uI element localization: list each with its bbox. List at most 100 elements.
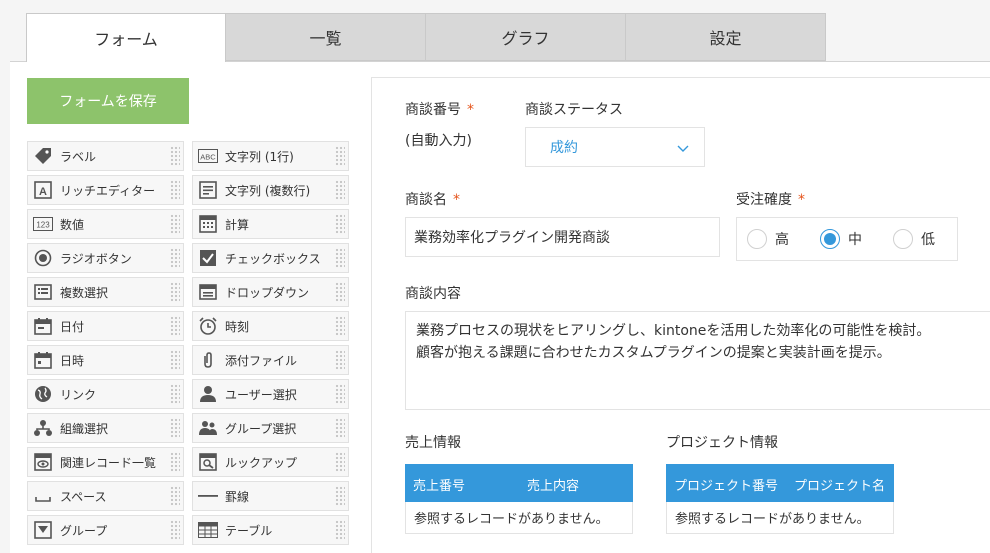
textarea-line: 顧客が抱える課題に合わせたカスタムプラグインの提案と実装計画を提示。 xyxy=(416,345,891,361)
palette-item-table[interactable]: テーブル xyxy=(192,515,349,545)
palette-item-label-text: 時刻 xyxy=(225,319,250,334)
field-label-sales-info: 売上情報 xyxy=(405,435,461,451)
related-table-empty-message: 参照するレコードがありません。 xyxy=(405,502,633,534)
palette-item-link[interactable]: リンク xyxy=(27,379,184,409)
calculator-icon xyxy=(197,213,219,235)
palette-item-label-text: ラベル xyxy=(60,149,97,164)
palette-item-space[interactable]: スペース xyxy=(27,481,184,511)
radio-medium[interactable]: 中 xyxy=(820,229,862,249)
palette-item-label-text: グループ選択 xyxy=(225,421,297,436)
palette-item-checkbox[interactable]: チェックボックス xyxy=(192,243,349,273)
svg-text:ABC: ABC xyxy=(200,153,216,162)
radio-circle-selected xyxy=(820,229,840,249)
date-icon xyxy=(32,315,54,337)
drag-handle-icon xyxy=(335,146,345,166)
palette-item-datetime[interactable]: 日時 xyxy=(27,345,184,375)
drag-handle-icon xyxy=(335,486,345,506)
palette-item-label-text: テーブル xyxy=(225,523,273,538)
tab-graph[interactable]: グラフ xyxy=(426,13,626,61)
palette-item-user-select[interactable]: ユーザー選択 xyxy=(192,379,349,409)
field-label-project-info: プロジェクト情報 xyxy=(666,435,778,451)
drag-handle-icon xyxy=(170,486,180,506)
group-icon xyxy=(32,519,54,541)
palette-item-time[interactable]: 時刻 xyxy=(192,311,349,341)
palette-item-label-text: 日時 xyxy=(60,353,85,368)
related-table-empty-message: 参照するレコードがありません。 xyxy=(666,502,894,534)
palette-item-label-text: 文字列 (複数行) xyxy=(225,183,311,198)
field-label-deal-content: 商談内容 xyxy=(405,286,461,302)
deal-number-auto-value: (自動入力) xyxy=(405,133,472,149)
related-table-header: プロジェクト番号 プロジェクト名 xyxy=(666,464,894,502)
palette-item-org-select[interactable]: 組織選択 xyxy=(27,413,184,443)
drag-handle-icon xyxy=(170,384,180,404)
save-form-button[interactable]: フォームを保存 xyxy=(27,78,189,124)
palette-item-dropdown[interactable]: ドロップダウン xyxy=(192,277,349,307)
palette-item-multi-select[interactable]: 複数選択 xyxy=(27,277,184,307)
paperclip-icon xyxy=(197,349,219,371)
palette-item-label-text: 日付 xyxy=(60,319,85,334)
palette-item-label-text: ルックアップ xyxy=(225,455,298,470)
drag-handle-icon xyxy=(170,520,180,540)
tab-bar: フォーム 一覧 グラフ 設定 xyxy=(26,13,826,62)
radio-high[interactable]: 高 xyxy=(747,229,789,249)
sales-info-related-table: 売上番号 売上内容 参照するレコードがありません。 xyxy=(405,464,633,534)
drag-handle-icon xyxy=(170,146,180,166)
palette-item-label-text: 添付ファイル xyxy=(225,353,298,368)
palette-item-label-text: 関連レコード一覧 xyxy=(60,455,157,470)
globe-icon xyxy=(32,383,54,405)
radio-circle xyxy=(747,229,767,249)
radio-label: 低 xyxy=(921,232,935,248)
drag-handle-icon xyxy=(170,350,180,370)
palette-item-rich-editor[interactable]: A リッチエディター xyxy=(27,175,184,205)
text-single-icon: ABC xyxy=(197,145,219,167)
palette-item-line[interactable]: 罫線 xyxy=(192,481,349,511)
field-label-deal-number: 商談番号 * xyxy=(405,102,474,118)
column-header: 売上番号 xyxy=(413,479,466,494)
palette-item-group-select[interactable]: グループ選択 xyxy=(192,413,349,443)
palette-item-label-text: スペース xyxy=(60,489,107,504)
line-icon xyxy=(197,485,219,507)
radio-low[interactable]: 低 xyxy=(893,229,935,249)
radio-button-icon xyxy=(32,247,54,269)
radio-label: 高 xyxy=(775,232,789,248)
palette-item-label-text: ユーザー選択 xyxy=(225,387,297,402)
drag-handle-icon xyxy=(335,384,345,404)
tab-list[interactable]: 一覧 xyxy=(226,13,426,61)
multi-select-icon xyxy=(32,281,54,303)
drag-handle-icon xyxy=(170,282,180,302)
palette-item-related-records[interactable]: 関連レコード一覧 xyxy=(27,447,184,477)
palette-item-label-text: ドロップダウン xyxy=(225,285,310,300)
palette-item-text-multi[interactable]: 文字列 (複数行) xyxy=(192,175,349,205)
radio-label: 中 xyxy=(848,232,862,248)
required-mark: * xyxy=(467,102,474,118)
palette-item-label[interactable]: ラベル xyxy=(27,141,184,171)
palette-item-radio-button[interactable]: ラジオボタン xyxy=(27,243,184,273)
deal-status-select[interactable]: 成約 xyxy=(525,127,705,167)
palette-item-number[interactable]: 123 数値 xyxy=(27,209,184,239)
user-icon xyxy=(197,383,219,405)
users-icon xyxy=(197,417,219,439)
palette-item-attachment[interactable]: 添付ファイル xyxy=(192,345,349,375)
tab-form[interactable]: フォーム xyxy=(26,13,226,62)
field-label-probability: 受注確度 * xyxy=(736,192,805,208)
palette-item-label-text: 複数選択 xyxy=(60,285,109,300)
deal-content-textarea[interactable]: 業務プロセスの現状をヒアリングし、kintoneを活用した効率化の可能性を検討。… xyxy=(405,311,990,410)
svg-text:A: A xyxy=(39,186,47,198)
palette-item-lookup[interactable]: ルックアップ xyxy=(192,447,349,477)
org-icon xyxy=(32,417,54,439)
drag-handle-icon xyxy=(170,452,180,472)
palette-item-date[interactable]: 日付 xyxy=(27,311,184,341)
tab-settings[interactable]: 設定 xyxy=(626,13,826,61)
lookup-icon xyxy=(197,451,219,473)
chevron-down-icon xyxy=(677,145,689,152)
palette-item-calc[interactable]: 計算 xyxy=(192,209,349,239)
palette-item-label-text: 計算 xyxy=(225,217,250,232)
checkbox-icon xyxy=(197,247,219,269)
palette-item-group[interactable]: グループ xyxy=(27,515,184,545)
number-icon: 123 xyxy=(32,213,54,235)
palette-item-text-single[interactable]: ABC 文字列 (1行) xyxy=(192,141,349,171)
palette-item-label-text: グループ xyxy=(60,523,108,538)
probability-radio-group: 高 中 低 xyxy=(736,217,958,261)
deal-name-input[interactable]: 業務効率化プラグイン開発商談 xyxy=(405,217,720,257)
palette-item-label-text: 組織選択 xyxy=(60,421,109,436)
